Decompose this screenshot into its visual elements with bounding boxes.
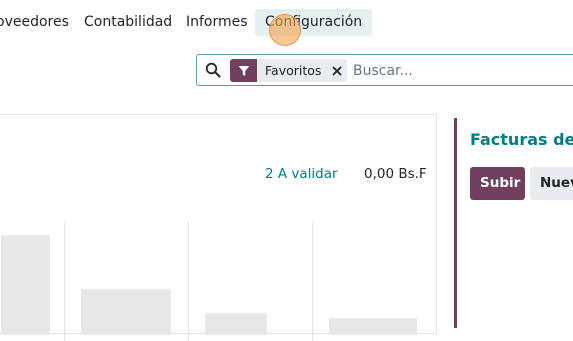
graph-bar xyxy=(81,289,171,335)
graph-bar xyxy=(1,235,50,335)
facet-label: Favoritos xyxy=(265,63,322,78)
graph-divider xyxy=(312,221,313,341)
search-input[interactable] xyxy=(353,59,573,82)
close-icon[interactable] xyxy=(327,59,347,82)
amount-value: 0,00 Bs.F xyxy=(364,166,427,182)
vendor-bills-card: Facturas de p Subir Nuev xyxy=(454,118,573,328)
filter-icon xyxy=(230,59,257,82)
graph-bar xyxy=(329,318,417,335)
click-indicator xyxy=(269,14,301,46)
search-icon[interactable] xyxy=(205,62,221,78)
graph-bar xyxy=(205,313,267,335)
new-button[interactable]: Nuev xyxy=(530,167,573,200)
menu-item-proveedores[interactable]: oveedores xyxy=(0,9,69,36)
card-title[interactable]: Facturas de p xyxy=(470,130,573,149)
journal-dashboard-card: 2 A validar 0,00 Bs.F xyxy=(0,114,437,341)
to-validate-link[interactable]: 2 A validar xyxy=(265,166,338,182)
menu-item-contabilidad[interactable]: Contabilidad xyxy=(84,9,172,36)
upload-button[interactable]: Subir xyxy=(470,167,525,200)
graph-divider xyxy=(64,221,65,341)
search-bar[interactable]: Favoritos xyxy=(196,54,573,86)
graph-divider xyxy=(188,221,189,341)
menu-item-informes[interactable]: Informes xyxy=(186,9,248,36)
search-facet-favorites[interactable]: Favoritos xyxy=(230,59,348,82)
